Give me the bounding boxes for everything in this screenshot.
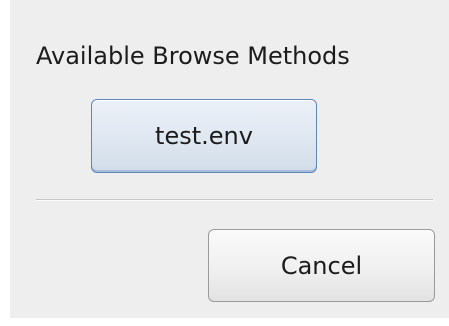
cancel-button[interactable]: Cancel — [208, 229, 435, 302]
browse-methods-dialog: Available Browse Methods test.env Cancel — [10, 0, 449, 318]
separator — [36, 199, 433, 201]
dialog-heading: Available Browse Methods — [36, 42, 350, 70]
browse-method-button-test-env[interactable]: test.env — [91, 99, 317, 173]
